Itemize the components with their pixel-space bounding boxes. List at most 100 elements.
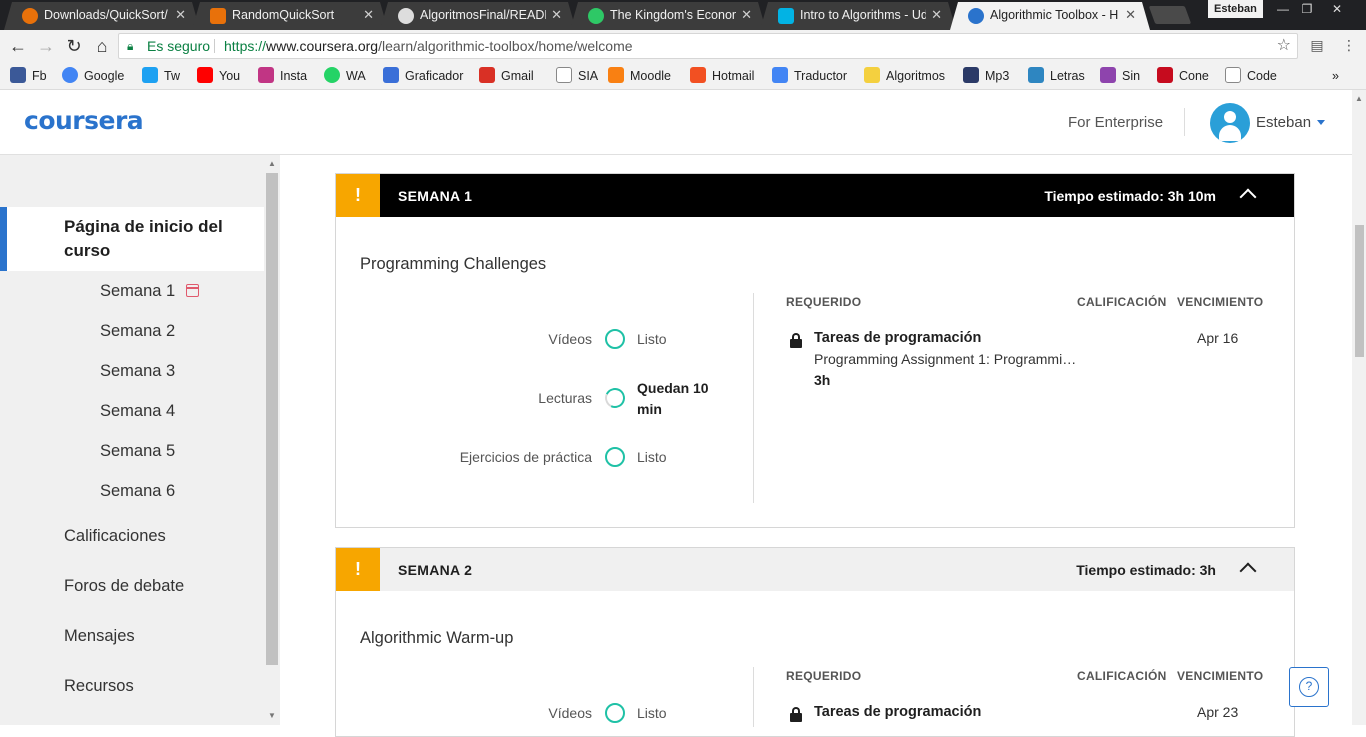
assignment-subtitle[interactable]: Programming Assignment 1: Programming Ch… [814,351,1078,367]
close-window-icon[interactable]: ✕ [1326,0,1348,18]
close-icon[interactable]: ✕ [741,7,752,23]
avatar[interactable] [1210,103,1250,143]
bookmark-item[interactable]: Graficador [383,67,463,85]
sidebar-item-resources[interactable]: Recursos [64,677,134,696]
secure-label: Es seguro [147,38,211,54]
bookmark-item[interactable]: Cone [1157,67,1209,85]
week-title: SEMANA 2 [398,562,473,578]
complete-ring-icon [605,447,625,467]
bookmark-item[interactable]: Code [1225,67,1277,85]
bookmark-item[interactable]: Hotmail [690,67,754,85]
sidebar-item-semana-4[interactable]: Semana 4 [100,402,175,421]
week-header[interactable]: ! SEMANA 2 Tiempo estimado: 3h [336,548,1294,591]
scroll-up-icon[interactable]: ▲ [1355,94,1363,103]
sidebar-scrollbar[interactable]: ▲ ▼ [264,155,280,725]
close-icon[interactable]: ✕ [175,7,186,23]
sidebar-item-messages[interactable]: Mensajes [64,627,135,646]
browser-tab-active[interactable]: Algorithmic Toolbox - H ✕ [950,2,1150,30]
downloads-icon [22,8,38,24]
sidebar-item-forums[interactable]: Foros de debate [64,577,184,596]
bookmark-item[interactable]: Tw [142,67,180,85]
bookmark-item[interactable]: Mp3 [963,67,1009,85]
sidebar-item-semana-6[interactable]: Semana 6 [100,482,175,501]
scroll-thumb[interactable] [266,173,278,665]
whatsapp-icon [324,67,340,83]
sidebar-item-semana-3[interactable]: Semana 3 [100,362,175,381]
bookmark-item[interactable]: Algoritmos [864,67,945,85]
profile-chip[interactable]: Esteban [1208,0,1263,18]
chevron-down-icon[interactable] [1317,120,1325,125]
sidebar-item-semana-2[interactable]: Semana 2 [100,322,175,341]
bookmark-item[interactable]: Insta [258,67,307,85]
week-header[interactable]: ! SEMANA 1 Tiempo estimado: 3h 10m [336,174,1294,217]
bookmark-item[interactable]: Moodle [608,67,671,85]
page-icon [556,67,572,83]
github-icon [398,8,414,24]
progress-label: Vídeos [548,331,592,347]
bookmark-item[interactable]: You [197,67,240,85]
address-bar[interactable]: 🔒︎ Es seguro https://www.coursera.org/le… [118,33,1298,59]
browser-tab[interactable]: AlgoritmosFinal/READM ✕ [380,2,576,30]
bookmark-star-icon[interactable]: ☆ [1277,34,1291,58]
minimize-icon[interactable]: — [1272,0,1294,18]
bookmark-item[interactable]: Letras [1028,67,1085,85]
coursera-logo[interactable]: coursera [24,106,144,135]
close-icon[interactable]: ✕ [551,7,562,23]
close-icon[interactable]: ✕ [1125,7,1136,23]
column-header-due: VENCIMIENTO [1177,295,1264,309]
sidebar-item-grades[interactable]: Calificaciones [64,527,166,546]
facebook-icon [10,67,26,83]
doc-icon [210,8,226,24]
help-button[interactable]: ? [1289,667,1329,707]
scroll-thumb[interactable] [1355,225,1364,357]
chevron-up-icon[interactable] [1239,562,1257,580]
sidebar-item-semana-5[interactable]: Semana 5 [100,442,175,461]
close-icon[interactable]: ✕ [931,7,942,23]
bookmark-item[interactable]: Fb [10,67,47,85]
bookmark-item[interactable]: Gmail [479,67,534,85]
reload-icon[interactable]: ↻ [62,34,86,58]
forward-icon[interactable]: → [34,34,58,58]
bookmarks-overflow-icon[interactable]: » [1332,67,1339,85]
home-icon[interactable]: ⌂ [90,34,114,58]
pdf-extension-icon[interactable]: ▤ [1308,37,1326,55]
week-card: ! SEMANA 1 Tiempo estimado: 3h 10m Progr… [335,173,1295,528]
assignment-title[interactable]: Tareas de programación [814,704,981,720]
bookmark-item[interactable]: Google [62,67,124,85]
page-scrollbar[interactable]: ▲ [1352,90,1366,725]
microsoft-icon [690,67,706,83]
bookmarks-bar: Fb Google Tw You Insta WA Graficador Gma… [0,62,1366,90]
complete-ring-icon [605,703,625,723]
new-tab-button[interactable] [1148,6,1192,24]
back-icon[interactable]: ← [6,34,30,58]
scroll-down-icon[interactable]: ▼ [268,711,276,720]
lock-icon: 🔒︎ [127,39,134,53]
assignment-title[interactable]: Tareas de programación [814,330,981,346]
bookmark-item[interactable]: WA [324,67,366,85]
lesson-title[interactable]: Programming Challenges [360,255,546,274]
progress-status: Listo [637,331,667,347]
sidebar-item-semana-1[interactable]: Semana 1 [100,282,175,301]
bookmark-item[interactable]: SIA [556,67,598,85]
restore-icon[interactable]: ❐ [1296,0,1318,18]
column-header-required: REQUERIDO [786,669,862,683]
chevron-up-icon[interactable] [1239,188,1257,206]
lesson-title[interactable]: Algorithmic Warm-up [360,629,513,648]
browser-tab[interactable]: The Kingdom's Economy ✕ [570,2,766,30]
browser-tab[interactable]: Downloads/QuickSort/ ✕ [4,2,200,30]
help-icon: ? [1299,677,1319,697]
scroll-up-icon[interactable]: ▲ [268,159,276,168]
close-icon[interactable]: ✕ [363,7,374,23]
browser-tab[interactable]: Intro to Algorithms - Ud ✕ [760,2,956,30]
bookmark-item[interactable]: Sin [1100,67,1140,85]
bookmark-item[interactable]: Traductor [772,67,847,85]
progress-status: Listo [637,705,667,721]
menu-icon[interactable]: ⋮ [1340,37,1358,55]
sidebar-item-course-home[interactable]: Página de inicio del curso [0,207,264,271]
spain-flag-icon [1157,67,1173,83]
browser-tab[interactable]: RandomQuickSort ✕ [192,2,388,30]
for-enterprise-link[interactable]: For Enterprise [1068,114,1163,131]
due-date: Apr 23 [1197,704,1239,720]
user-menu[interactable]: Esteban [1256,114,1311,131]
estimated-time: Tiempo estimado: 3h [1076,562,1216,578]
